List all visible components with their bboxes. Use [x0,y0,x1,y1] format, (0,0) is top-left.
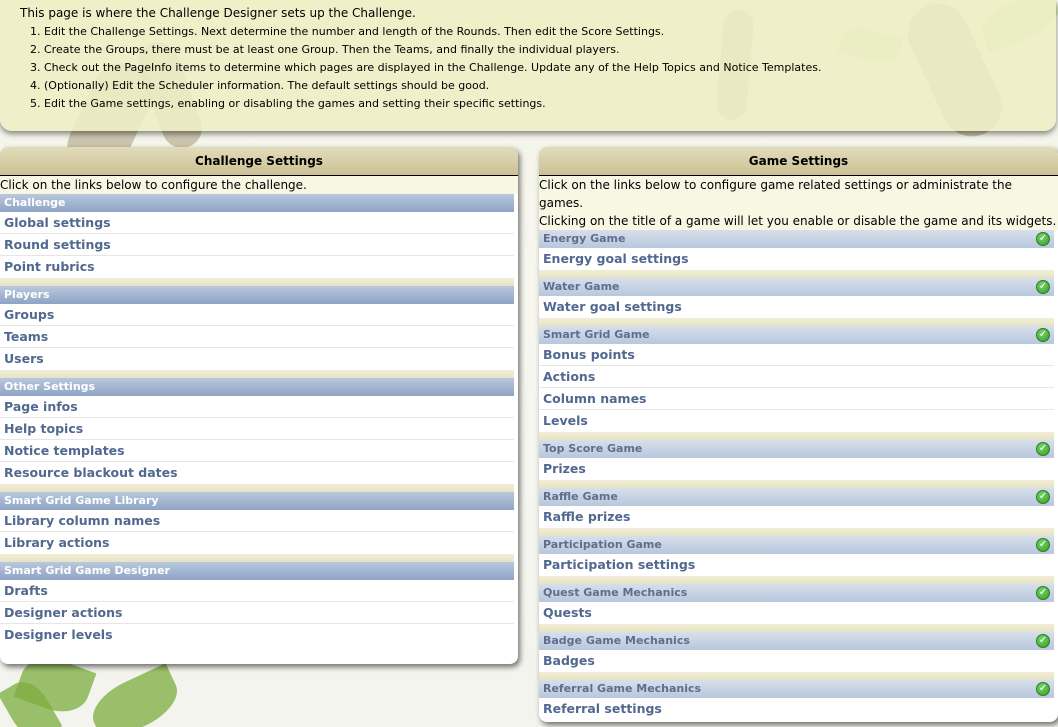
section-smart-grid-designer: Smart Grid Game Designer Drafts Designer… [0,562,514,646]
page-infos-link[interactable]: Page infos [0,396,514,418]
challenge-settings-description: Click on the links below to configure th… [0,176,518,194]
challenge-settings-panel: Challenge Settings Click on the links be… [0,147,518,664]
game-settings-description: Click on the links below to configure ga… [539,176,1058,230]
section-quest-game: Quest Game Mechanics ✓ Quests [539,584,1054,632]
global-settings-link[interactable]: Global settings [0,212,514,234]
game-settings-panel: Game Settings Click on the links below t… [539,147,1058,722]
check-circle-icon: ✓ [1036,442,1050,456]
raffle-prizes-link[interactable]: Raffle prizes [539,506,1054,528]
game-settings-title: Game Settings [539,147,1058,176]
section-heading: Badge Game Mechanics [543,634,690,647]
check-circle-icon: ✓ [1036,280,1050,294]
game-settings-description-line: Clicking on the title of a game will let… [539,214,1057,228]
section-heading: Players [0,286,514,304]
check-circle-icon: ✓ [1036,538,1050,552]
section-smart-grid-library: Smart Grid Game Library Library column n… [0,492,514,562]
quest-game-toggle[interactable]: Quest Game Mechanics ✓ [539,584,1054,602]
badge-game-toggle[interactable]: Badge Game Mechanics ✓ [539,632,1054,650]
check-circle-icon: ✓ [1036,586,1050,600]
instructions-banner: This page is where the Challenge Designe… [0,0,1056,131]
section-raffle-game: Raffle Game ✓ Raffle prizes [539,488,1054,536]
designer-actions-link[interactable]: Designer actions [0,602,514,624]
designer-levels-link[interactable]: Designer levels [0,624,514,646]
instruction-step: Edit the Game settings, enabling or disa… [44,95,1056,113]
section-badge-game: Badge Game Mechanics ✓ Badges [539,632,1054,680]
energy-game-toggle[interactable]: Energy Game ✓ [539,230,1054,248]
section-energy-game: Energy Game ✓ Energy goal settings [539,230,1054,278]
instructions-intro: This page is where the Challenge Designe… [20,6,416,20]
instructions-list: Edit the Challenge Settings. Next determ… [44,23,1056,113]
instruction-step: Check out the PageInfo items to determin… [44,59,1056,77]
section-referral-game: Referral Game Mechanics ✓ Referral setti… [539,680,1054,720]
drafts-link[interactable]: Drafts [0,580,514,602]
instruction-step: Edit the Challenge Settings. Next determ… [44,23,1056,41]
section-challenge: Challenge Global settings Round settings… [0,194,514,286]
energy-goal-settings-link[interactable]: Energy goal settings [539,248,1054,270]
prizes-link[interactable]: Prizes [539,458,1054,480]
challenge-settings-title: Challenge Settings [0,147,518,176]
library-column-names-link[interactable]: Library column names [0,510,514,532]
section-heading: Challenge [0,194,514,212]
check-circle-icon: ✓ [1036,634,1050,648]
badges-link[interactable]: Badges [539,650,1054,672]
quests-link[interactable]: Quests [539,602,1054,624]
section-heading: Quest Game Mechanics [543,586,688,599]
section-heading: Participation Game [543,538,662,551]
participation-settings-link[interactable]: Participation settings [539,554,1054,576]
resource-blackout-dates-link[interactable]: Resource blackout dates [0,462,514,484]
library-actions-link[interactable]: Library actions [0,532,514,554]
check-circle-icon: ✓ [1036,328,1050,342]
section-heading: Smart Grid Game Library [0,492,514,510]
section-heading: Energy Game [543,232,626,245]
section-heading: Water Game [543,280,620,293]
section-water-game: Water Game ✓ Water goal settings [539,278,1054,326]
point-rubrics-link[interactable]: Point rubrics [0,256,514,278]
teams-link[interactable]: Teams [0,326,514,348]
game-settings-description-line: Click on the links below to configure ga… [539,178,1012,210]
top-score-game-toggle[interactable]: Top Score Game ✓ [539,440,1054,458]
instruction-step: (Optionally) Edit the Scheduler informat… [44,77,1056,95]
instruction-step: Create the Groups, there must be at leas… [44,41,1056,59]
section-other-settings: Other Settings Page infos Help topics No… [0,378,514,492]
notice-templates-link[interactable]: Notice templates [0,440,514,462]
section-participation-game: Participation Game ✓ Participation setti… [539,536,1054,584]
section-players: Players Groups Teams Users [0,286,514,378]
groups-link[interactable]: Groups [0,304,514,326]
section-heading: Raffle Game [543,490,618,503]
section-smart-grid-game: Smart Grid Game ✓ Bonus points Actions C… [539,326,1054,440]
smart-grid-game-toggle[interactable]: Smart Grid Game ✓ [539,326,1054,344]
bonus-points-link[interactable]: Bonus points [539,344,1054,366]
section-heading: Smart Grid Game [543,328,650,341]
section-heading: Referral Game Mechanics [543,682,702,695]
section-heading: Smart Grid Game Designer [0,562,514,580]
referral-game-toggle[interactable]: Referral Game Mechanics ✓ [539,680,1054,698]
section-heading: Other Settings [0,378,514,396]
levels-link[interactable]: Levels [539,410,1054,432]
users-link[interactable]: Users [0,348,514,370]
water-goal-settings-link[interactable]: Water goal settings [539,296,1054,318]
help-topics-link[interactable]: Help topics [0,418,514,440]
column-names-link[interactable]: Column names [539,388,1054,410]
actions-link[interactable]: Actions [539,366,1054,388]
check-circle-icon: ✓ [1036,682,1050,696]
section-heading: Top Score Game [543,442,643,455]
section-top-score-game: Top Score Game ✓ Prizes [539,440,1054,488]
check-circle-icon: ✓ [1036,232,1050,246]
water-game-toggle[interactable]: Water Game ✓ [539,278,1054,296]
referral-settings-link[interactable]: Referral settings [539,698,1054,720]
raffle-game-toggle[interactable]: Raffle Game ✓ [539,488,1054,506]
round-settings-link[interactable]: Round settings [0,234,514,256]
participation-game-toggle[interactable]: Participation Game ✓ [539,536,1054,554]
check-circle-icon: ✓ [1036,490,1050,504]
